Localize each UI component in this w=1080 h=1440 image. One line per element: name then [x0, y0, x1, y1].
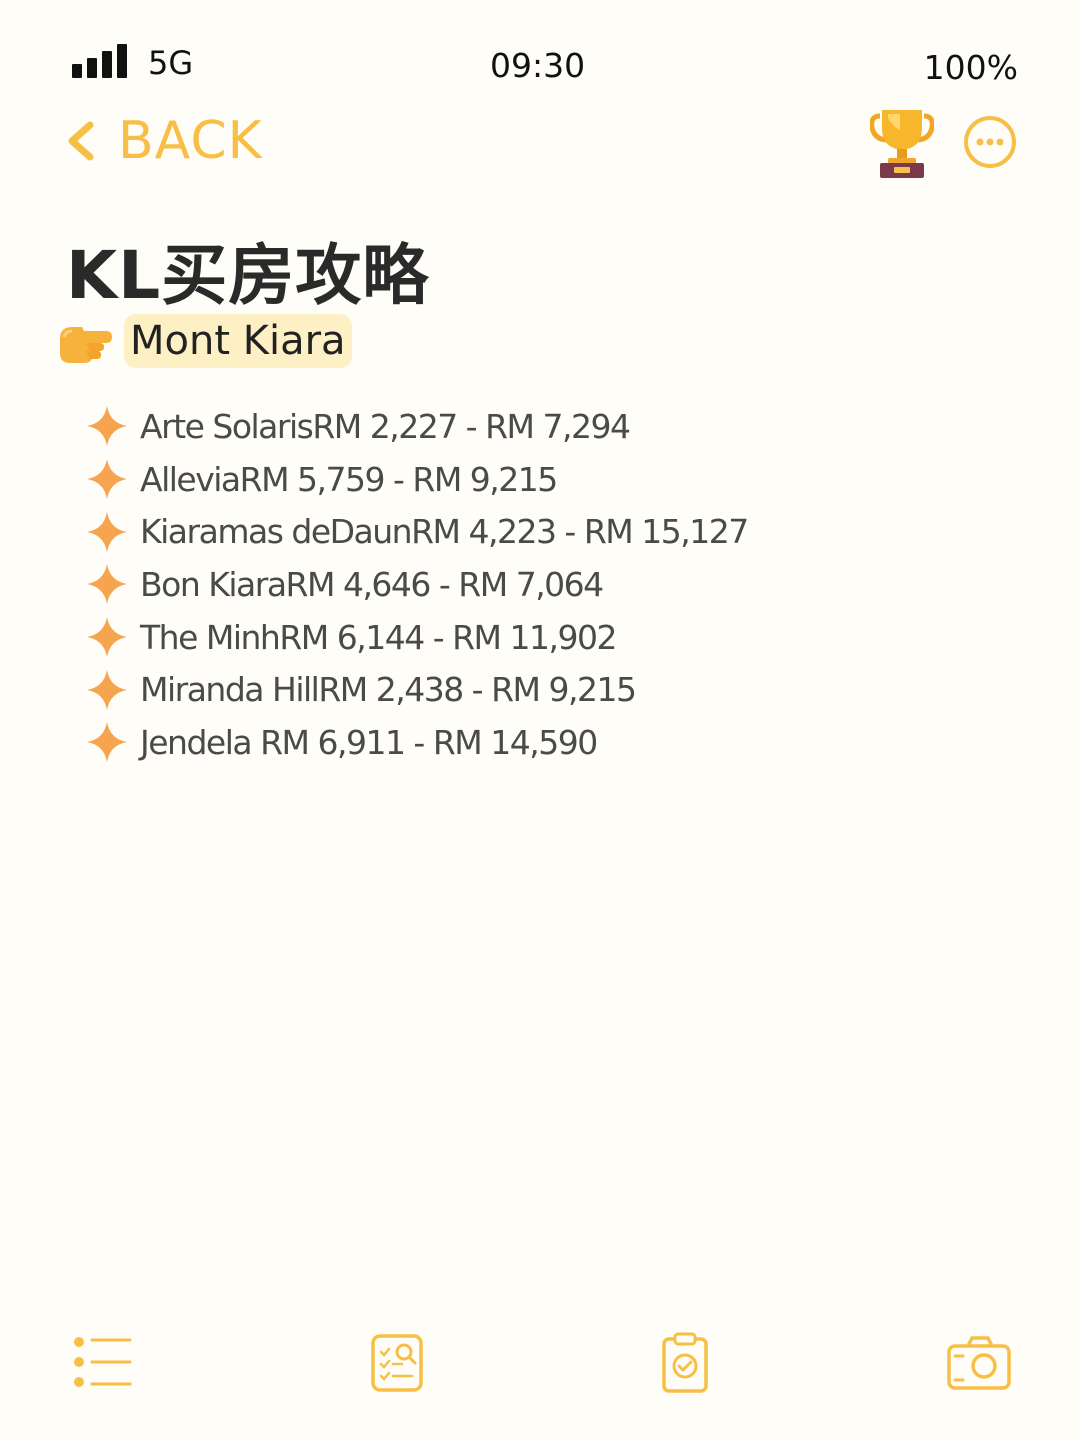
back-label: BACK	[118, 111, 263, 171]
property-item-text: The MinhRM 6,144 - RM 11,902	[140, 617, 617, 657]
status-bar: 5G 09:30 100%	[72, 40, 1018, 90]
section-header: Mont Kiara	[56, 310, 352, 372]
list-item: Jendela RM 6,911 - RM 14,590	[86, 716, 986, 769]
note-title: KL买房攻略	[66, 237, 430, 314]
navigation-bar: BACK	[62, 100, 1020, 186]
signal-strength-icon	[72, 44, 128, 78]
list-item: Miranda HillRM 2,438 - RM 9,215	[86, 663, 986, 716]
status-time: 09:30	[490, 46, 586, 85]
property-item-text: Arte SolarisRM 2,227 - RM 7,294	[140, 406, 631, 446]
sparkle-icon	[87, 406, 127, 447]
property-item-text: Kiaramas deDaunRM 4,223 - RM 15,127	[140, 512, 749, 552]
clipboard-check-icon[interactable]	[652, 1330, 718, 1396]
sparkle-icon	[87, 617, 127, 658]
more-icon[interactable]	[962, 114, 1018, 170]
property-item-text: Bon KiaraRM 4,646 - RM 7,064	[140, 564, 604, 604]
sparkle-icon	[87, 564, 127, 605]
list-item: Kiaramas deDaunRM 4,223 - RM 15,127	[86, 505, 986, 558]
trophy-icon[interactable]	[870, 106, 934, 178]
sparkle-icon	[87, 669, 127, 710]
camera-icon[interactable]	[946, 1330, 1012, 1396]
pointing-hand-icon	[60, 327, 112, 363]
property-item-text: AlleviaRM 5,759 - RM 9,215	[140, 459, 558, 499]
network-type: 5G	[148, 44, 194, 82]
list-item: Bon KiaraRM 4,646 - RM 7,064	[86, 558, 986, 611]
property-list: Arte SolarisRM 2,227 - RM 7,294 AlleviaR…	[86, 400, 986, 769]
sparkle-icon	[87, 722, 127, 763]
document-search-icon[interactable]	[364, 1330, 430, 1396]
list-item: AlleviaRM 5,759 - RM 9,215	[86, 453, 986, 506]
property-item-text: Jendela RM 6,911 - RM 14,590	[140, 722, 598, 762]
section-label: Mont Kiara	[124, 314, 352, 368]
list-item: The MinhRM 6,144 - RM 11,902	[86, 611, 986, 664]
sparkle-icon	[87, 511, 127, 552]
chevron-left-icon	[68, 121, 94, 161]
checklist-icon[interactable]	[70, 1330, 136, 1396]
back-button[interactable]: BACK	[62, 106, 263, 176]
property-item-text: Miranda HillRM 2,438 - RM 9,215	[140, 670, 637, 710]
bottom-toolbar	[0, 1330, 1080, 1400]
list-item: Arte SolarisRM 2,227 - RM 7,294	[86, 400, 986, 453]
battery-level: 100%	[923, 48, 1018, 87]
sparkle-icon	[87, 459, 127, 500]
